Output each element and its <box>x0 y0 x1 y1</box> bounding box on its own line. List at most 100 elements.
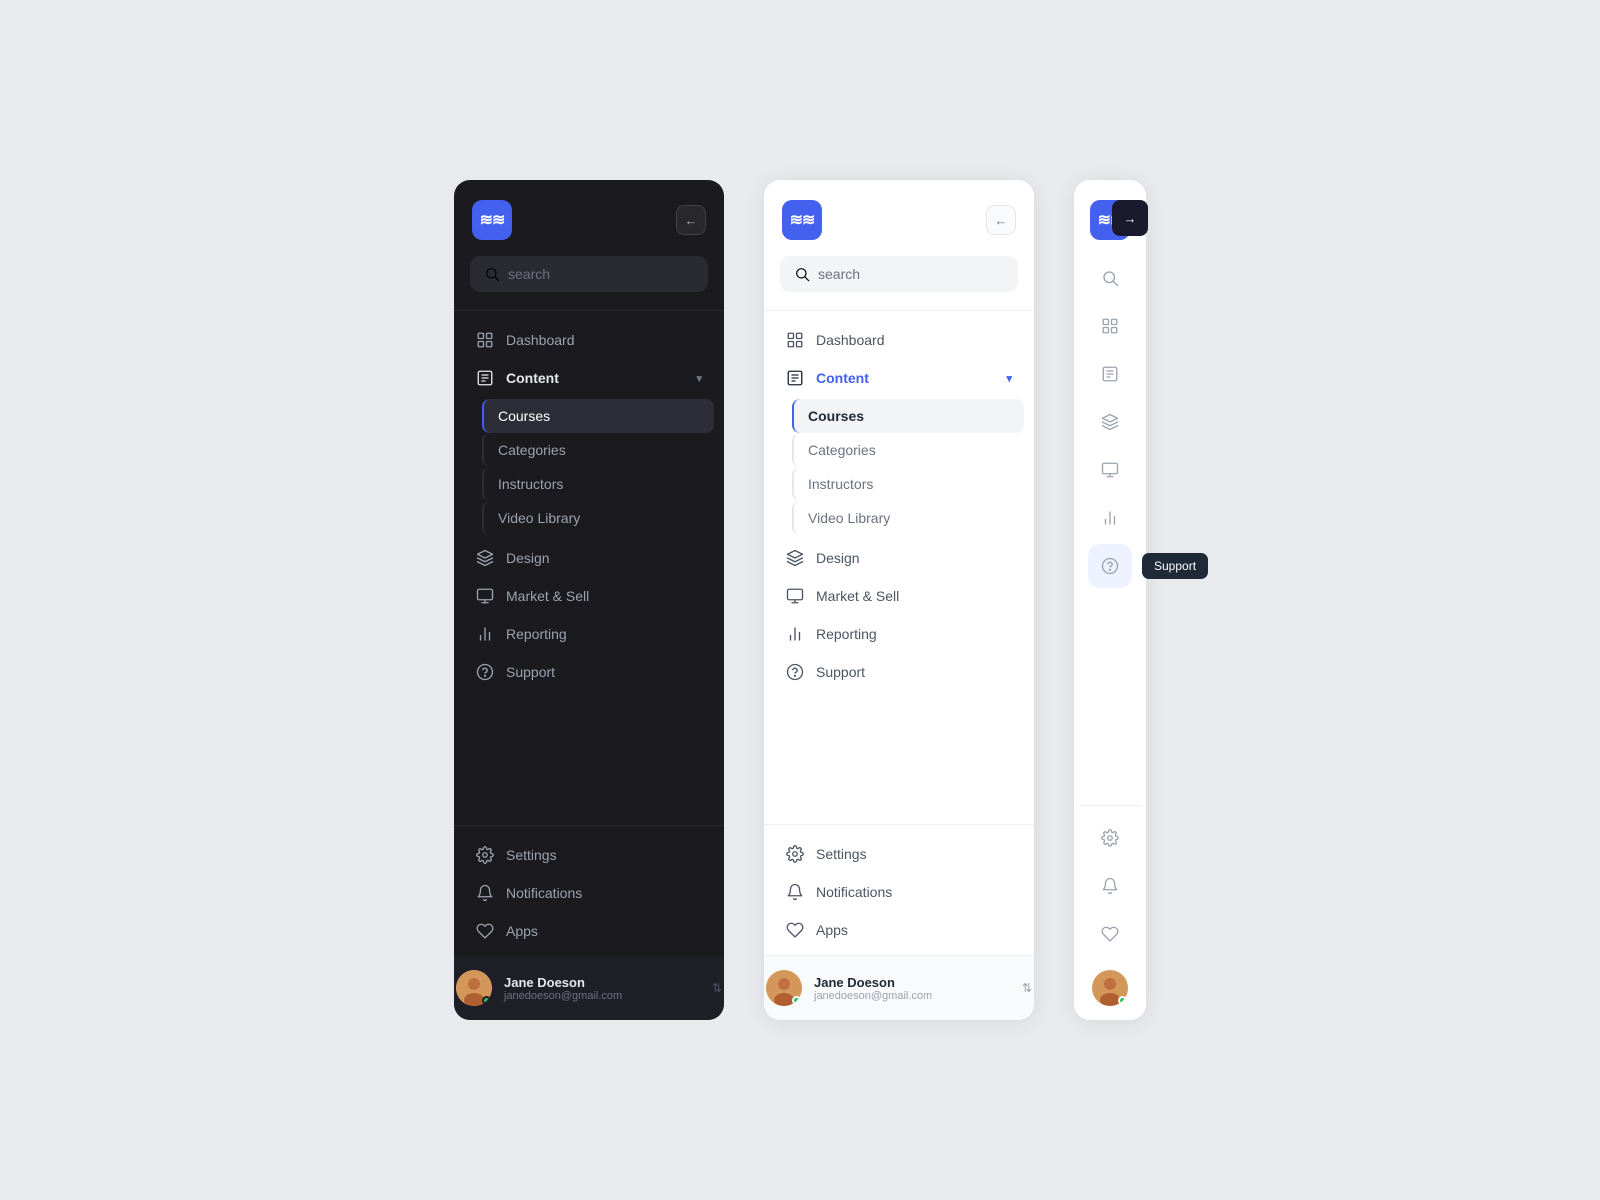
icon-nav-reporting[interactable] <box>1088 496 1132 540</box>
bell-icon-light <box>786 883 804 901</box>
user-footer-light[interactable]: Jane Doeson janedoeson@gmail.com ⇅ <box>764 955 1034 1020</box>
dashboard-icon-sidebar <box>1101 317 1119 335</box>
design-icon-sidebar <box>1101 413 1119 431</box>
icon-nav-apps[interactable] <box>1088 912 1132 956</box>
collapse-button-light[interactable]: ← <box>986 205 1016 235</box>
sidebar-item-reporting-light[interactable]: Reporting <box>774 615 1024 653</box>
icon-nav-dashboard[interactable] <box>1088 304 1132 348</box>
sidebar-item-apps-dark[interactable]: Apps <box>464 912 714 950</box>
user-chevron-light[interactable]: ⇅ <box>1022 981 1032 995</box>
sidebar-item-design-light[interactable]: Design <box>774 539 1024 577</box>
sidebar-item-label-apps-light: Apps <box>816 922 1012 938</box>
sidebar-item-label-design-light: Design <box>816 550 1012 566</box>
icon-nav-search[interactable] <box>1088 256 1132 300</box>
submenu-item-categories-dark[interactable]: Categories <box>482 433 714 467</box>
design-icon-dark <box>476 549 494 567</box>
icon-nav-notifications[interactable] <box>1088 864 1132 908</box>
icon-nav-market[interactable] <box>1088 448 1132 492</box>
apps-icon-sidebar <box>1101 925 1119 943</box>
search-wrap-dark: search <box>454 256 724 306</box>
avatar-dark <box>456 970 492 1006</box>
sidebar-item-market-dark[interactable]: Market & Sell <box>464 577 714 615</box>
search-box-light[interactable]: search <box>780 256 1018 292</box>
design-icon-light <box>786 549 804 567</box>
sidebar-item-label-support-dark: Support <box>506 664 702 680</box>
search-box-dark[interactable]: search <box>470 256 708 292</box>
market-icon-sidebar <box>1101 461 1119 479</box>
sidebar-item-label-market-dark: Market & Sell <box>506 588 702 604</box>
collapse-button-dark[interactable]: ← <box>676 205 706 235</box>
submenu-item-videolibrary-dark[interactable]: Video Library <box>482 501 714 535</box>
avatar-online-dot-icon-sidebar <box>1118 996 1127 1005</box>
sidebar-item-settings-light[interactable]: Settings <box>774 835 1024 873</box>
sidebar-item-label-reporting-light: Reporting <box>816 626 1012 642</box>
search-icon-light <box>794 266 810 282</box>
apps-icon-light <box>786 921 804 939</box>
icon-nav-settings[interactable] <box>1088 816 1132 860</box>
support-icon-sidebar <box>1101 557 1119 575</box>
sidebar-item-market-light[interactable]: Market & Sell <box>774 577 1024 615</box>
user-email-dark: janedoeson@gmail.com <box>504 990 700 1002</box>
sidebar-item-notifications-dark[interactable]: Notifications <box>464 874 714 912</box>
sidebar-item-label-notifications-dark: Notifications <box>506 885 702 901</box>
submenu-item-instructors-dark[interactable]: Instructors <box>482 467 714 501</box>
icon-nav-support[interactable]: Support <box>1088 544 1132 588</box>
support-icon-light <box>786 663 804 681</box>
submenu-content-light: Courses Categories Instructors Video Lib… <box>774 399 1024 535</box>
sidebar-item-notifications-light[interactable]: Notifications <box>774 873 1024 911</box>
submenu-item-categories-light[interactable]: Categories <box>792 433 1024 467</box>
dark-sidebar: ≋≋ ← search Dashboard Content ▾ Courses … <box>454 180 724 1020</box>
user-info-light: Jane Doeson janedoeson@gmail.com <box>814 975 1010 1002</box>
reporting-icon-light <box>786 625 804 643</box>
reporting-icon-sidebar <box>1101 509 1119 527</box>
user-email-light: janedoeson@gmail.com <box>814 990 1010 1002</box>
user-footer-dark[interactable]: Jane Doeson janedoeson@gmail.com ⇅ <box>454 956 724 1020</box>
expand-button-icon-sidebar[interactable]: → <box>1112 200 1148 236</box>
submenu-item-courses-dark[interactable]: Courses <box>482 399 714 433</box>
icon-sidebar: ≋≋ → Support <box>1074 180 1146 1020</box>
icon-nav-content[interactable] <box>1088 352 1132 396</box>
content-icon-dark <box>476 369 494 387</box>
sidebar-item-design-dark[interactable]: Design <box>464 539 714 577</box>
sidebar-item-content-light[interactable]: Content ▾ <box>774 359 1024 397</box>
sidebar-item-dashboard-light[interactable]: Dashboard <box>774 321 1024 359</box>
sidebar-item-dashboard-dark[interactable]: Dashboard <box>464 321 714 359</box>
sidebar-item-apps-light[interactable]: Apps <box>774 911 1024 949</box>
logo-light[interactable]: ≋≋ <box>782 200 822 240</box>
bottom-section-dark: Settings Notifications Apps <box>454 825 724 950</box>
sidebar-item-support-dark[interactable]: Support <box>464 653 714 691</box>
search-placeholder-dark: search <box>508 266 550 282</box>
search-icon-sidebar <box>1101 269 1119 287</box>
user-name-dark: Jane Doeson <box>504 975 700 990</box>
sidebar-item-reporting-dark[interactable]: Reporting <box>464 615 714 653</box>
sidebar-item-label-reporting-dark: Reporting <box>506 626 702 642</box>
sidebar-item-label-notifications-light: Notifications <box>816 884 1012 900</box>
sidebar-item-content-dark[interactable]: Content ▾ <box>464 359 714 397</box>
reporting-icon-dark <box>476 625 494 643</box>
sidebar-item-label-design-dark: Design <box>506 550 702 566</box>
sidebar-item-label-content-light: Content <box>816 370 994 386</box>
light-sidebar: ≋≋ ← search Dashboard Content ▾ Courses … <box>764 180 1034 1020</box>
light-sidebar-header: ≋≋ ← <box>764 180 1034 256</box>
avatar-online-dot-dark <box>482 996 491 1005</box>
dashboard-icon-light <box>786 331 804 349</box>
icon-nav-design[interactable] <box>1088 400 1132 444</box>
bell-icon-dark <box>476 884 494 902</box>
submenu-item-instructors-light[interactable]: Instructors <box>792 467 1024 501</box>
support-tooltip: Support <box>1142 553 1208 579</box>
submenu-content-dark: Courses Categories Instructors Video Lib… <box>464 399 714 535</box>
submenu-item-courses-light[interactable]: Courses <box>792 399 1024 433</box>
sidebar-item-label-content-dark: Content <box>506 370 684 386</box>
logo-dark[interactable]: ≋≋ <box>472 200 512 240</box>
user-chevron-dark[interactable]: ⇅ <box>712 981 722 995</box>
sidebar-item-support-light[interactable]: Support <box>774 653 1024 691</box>
avatar-online-dot-light <box>792 996 801 1005</box>
sidebar-item-settings-dark[interactable]: Settings <box>464 836 714 874</box>
bell-icon-sidebar <box>1101 877 1119 895</box>
settings-icon-sidebar <box>1101 829 1119 847</box>
dashboard-icon-dark <box>476 331 494 349</box>
avatar-icon-sidebar[interactable] <box>1092 970 1128 1006</box>
market-icon-dark <box>476 587 494 605</box>
submenu-item-videolibrary-light[interactable]: Video Library <box>792 501 1024 535</box>
sidebar-item-label-apps-dark: Apps <box>506 923 702 939</box>
